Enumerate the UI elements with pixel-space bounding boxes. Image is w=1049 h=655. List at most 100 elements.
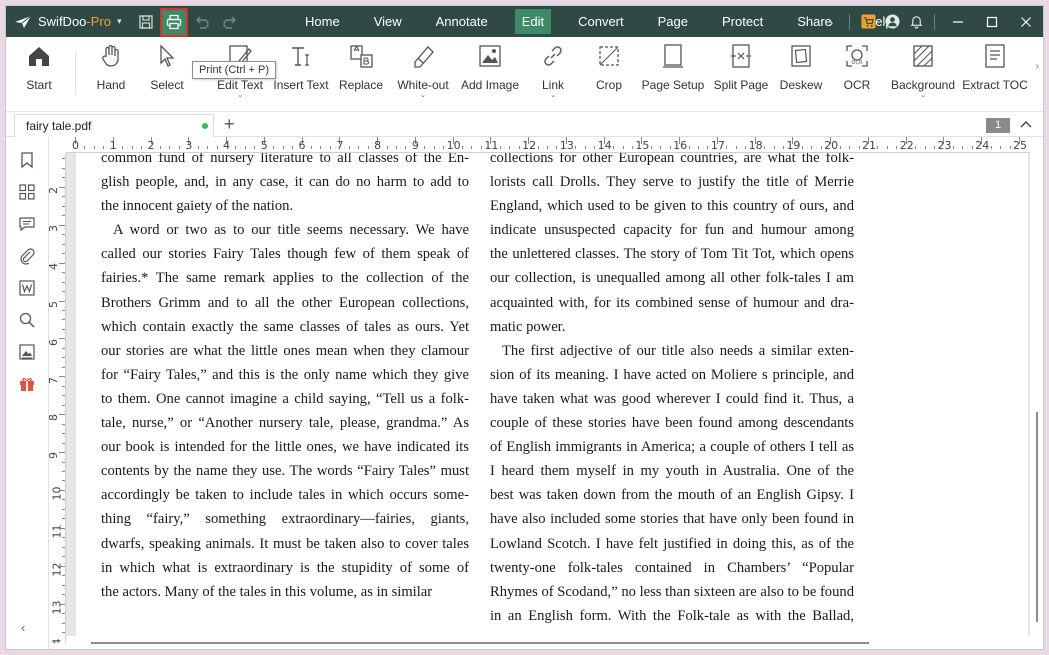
ruler-tick: [59, 376, 65, 378]
sidebar-collapse-icon[interactable]: ‹: [21, 620, 25, 635]
ribbon-extract-toc-button[interactable]: Extract TOC: [960, 43, 1030, 92]
undo-button[interactable]: [188, 6, 216, 37]
document-viewport[interactable]: common fund of nursery literature to all…: [66, 153, 1030, 636]
text-line[interactable]: tale, nurse,” or “Another nursery tale, …: [101, 411, 469, 435]
dropdown-caret-icon[interactable]: ⌄: [888, 92, 958, 100]
menu-item-view[interactable]: View: [357, 6, 419, 37]
ocr-icon: OCR: [846, 45, 868, 67]
text-line[interactable]: collections for other European countries…: [490, 153, 854, 170]
store-button[interactable]: [856, 6, 880, 37]
dropdown-caret-icon[interactable]: ⌄: [205, 92, 275, 100]
right-text-column[interactable]: collections for other European countries…: [490, 153, 854, 628]
title-divider: [934, 13, 935, 30]
menu-item-page[interactable]: Page: [641, 6, 705, 37]
maximize-button[interactable]: [975, 6, 1009, 37]
text-line[interactable]: have also included some stories that hav…: [490, 507, 854, 531]
add-tab-button[interactable]: +: [224, 115, 235, 133]
comments-panel-button[interactable]: [18, 215, 36, 233]
ruler-tick: [93, 146, 95, 149]
ribbon-crop-button[interactable]: Crop: [574, 43, 644, 92]
menu-item-protect[interactable]: Protect: [705, 6, 780, 37]
text-line[interactable]: indicate unsuspected capacity for fun an…: [490, 218, 854, 242]
text-line[interactable]: our book is intended for the little ones…: [101, 435, 469, 459]
ribbon-page-setup-button[interactable]: Page Setup: [638, 43, 708, 92]
text-line[interactable]: common fund of nursery literature to all…: [101, 153, 469, 170]
ribbon-button-label: White-out: [397, 78, 449, 92]
text-line[interactable]: of English immigrants in America; a coup…: [490, 435, 854, 459]
text-line[interactable]: our stories are what the little ones mea…: [101, 339, 469, 363]
text-line[interactable]: the actors. Many of the tales in this vo…: [101, 580, 469, 604]
text-line[interactable]: couple of these stories have been found …: [490, 411, 854, 435]
text-line[interactable]: the unlettered classes. The story of Tom…: [490, 242, 854, 266]
image-panel-button[interactable]: [18, 343, 36, 361]
text-line[interactable]: have taken what was good wherever I coul…: [490, 387, 854, 411]
redo-button[interactable]: [216, 6, 244, 37]
text-line[interactable]: best was taken down from the mouth of an…: [490, 483, 854, 507]
horizontal-scroll-thumb[interactable]: [91, 642, 869, 644]
text-line[interactable]: acquainted with, for its combined sense …: [490, 291, 854, 315]
brand-dropdown-icon[interactable]: ▾: [117, 16, 122, 27]
search-panel-button[interactable]: [18, 311, 36, 329]
text-line[interactable]: in which what is extraordinary is the st…: [101, 556, 469, 580]
text-line[interactable]: dwarfs, speaking animals. It must be tak…: [101, 532, 469, 556]
ribbon-background-button[interactable]: Background ⌄: [888, 43, 958, 100]
text-line[interactable]: glish people, and, in any case, it can d…: [101, 170, 469, 194]
ribbon-replace-button[interactable]: Replace: [326, 43, 396, 92]
vertical-scrollbar[interactable]: [1030, 137, 1043, 649]
text-line[interactable]: matic power.: [490, 315, 854, 339]
dropdown-caret-icon[interactable]: ⌄: [388, 92, 458, 100]
thumbnail-panel-button[interactable]: [18, 183, 36, 201]
text-line[interactable]: which contain exactly the same classes o…: [101, 315, 469, 339]
ribbon-scroll-right-icon[interactable]: ›: [1036, 61, 1039, 72]
app-brand[interactable]: SwifDoo -Pro ▾: [6, 6, 132, 37]
notifications-button[interactable]: [904, 6, 928, 37]
text-line[interactable]: accordingly be taken to include tales in…: [101, 483, 469, 507]
ribbon-white-out-button[interactable]: White-out ⌄: [388, 43, 458, 100]
menu-item-convert[interactable]: Convert: [561, 6, 641, 37]
text-line[interactable]: I heard them myself in my youth in Austr…: [490, 459, 854, 483]
text-line[interactable]: contents by the name they use. The words…: [101, 459, 469, 483]
text-line[interactable]: the innocent gaiety of the nation.: [101, 194, 469, 218]
ruler-number: 2: [49, 187, 60, 194]
menu-item-edit[interactable]: Edit: [514, 9, 552, 34]
ribbon-start-button[interactable]: Start: [6, 43, 74, 92]
text-line[interactable]: thing “fairy,” something extraordinary—f…: [101, 507, 469, 531]
save-button[interactable]: [132, 6, 160, 37]
text-line[interactable]: in an English form. With the Folk-tale a…: [490, 604, 854, 628]
menu-item-annotate[interactable]: Annotate: [419, 6, 505, 37]
text-line[interactable]: called our stories Fairy Tales though fe…: [101, 242, 469, 266]
bookmark-panel-button[interactable]: [18, 151, 36, 169]
menu-more-button[interactable]: ›: [819, 6, 843, 37]
ribbon-ocr-button[interactable]: OCR OCR: [822, 43, 892, 92]
text-line[interactable]: sion of its meaning. I have acted on Mol…: [490, 363, 854, 387]
text-line[interactable]: twenty-one folk-tales contained in Chamb…: [490, 556, 854, 580]
text-line[interactable]: A word or two as to our title seems nece…: [101, 218, 469, 242]
account-button[interactable]: [880, 6, 904, 37]
text-line[interactable]: Rhymes of Scodand,” no less than sixteen…: [490, 580, 854, 604]
document-tab[interactable]: fairy tale.pdf: [14, 114, 214, 137]
text-line[interactable]: Lowland Scotch. I have felt justified in…: [490, 532, 854, 556]
vertical-scroll-thumb[interactable]: [1036, 412, 1038, 622]
text-line[interactable]: fairies.* The same remark applies to the…: [101, 266, 469, 290]
print-button[interactable]: [160, 7, 188, 37]
menu-item-home[interactable]: Home: [288, 6, 357, 37]
horizontal-scrollbar[interactable]: [66, 636, 1030, 649]
close-button[interactable]: [1009, 6, 1043, 37]
text-line[interactable]: to them. One cannot imagine a child sayi…: [101, 387, 469, 411]
dropdown-caret-icon[interactable]: ⌄: [518, 92, 588, 100]
text-line[interactable]: England, which used to be given to this …: [490, 194, 854, 218]
ribbon-add-image-button[interactable]: Add Image: [455, 43, 525, 92]
text-line[interactable]: our collection, is unequalled among all …: [490, 266, 854, 290]
gift-button[interactable]: [18, 375, 36, 393]
minimize-button[interactable]: [941, 6, 975, 37]
text-line[interactable]: The first adjective of our title also ne…: [490, 339, 854, 363]
ruler-number: 21: [861, 139, 876, 152]
pdf-page[interactable]: common fund of nursery literature to all…: [76, 153, 1028, 636]
text-line[interactable]: for “Fairy Tales,” and this is the only …: [101, 363, 469, 387]
text-line[interactable]: lorists call Drolls. They serve to justi…: [490, 170, 854, 194]
text-line[interactable]: Brothers Grimm and to all the other Euro…: [101, 291, 469, 315]
word-panel-button[interactable]: [18, 279, 36, 297]
attachments-panel-button[interactable]: [18, 247, 36, 265]
collapse-ribbon-icon[interactable]: [1019, 118, 1033, 132]
left-text-column[interactable]: common fund of nursery literature to all…: [101, 153, 469, 604]
